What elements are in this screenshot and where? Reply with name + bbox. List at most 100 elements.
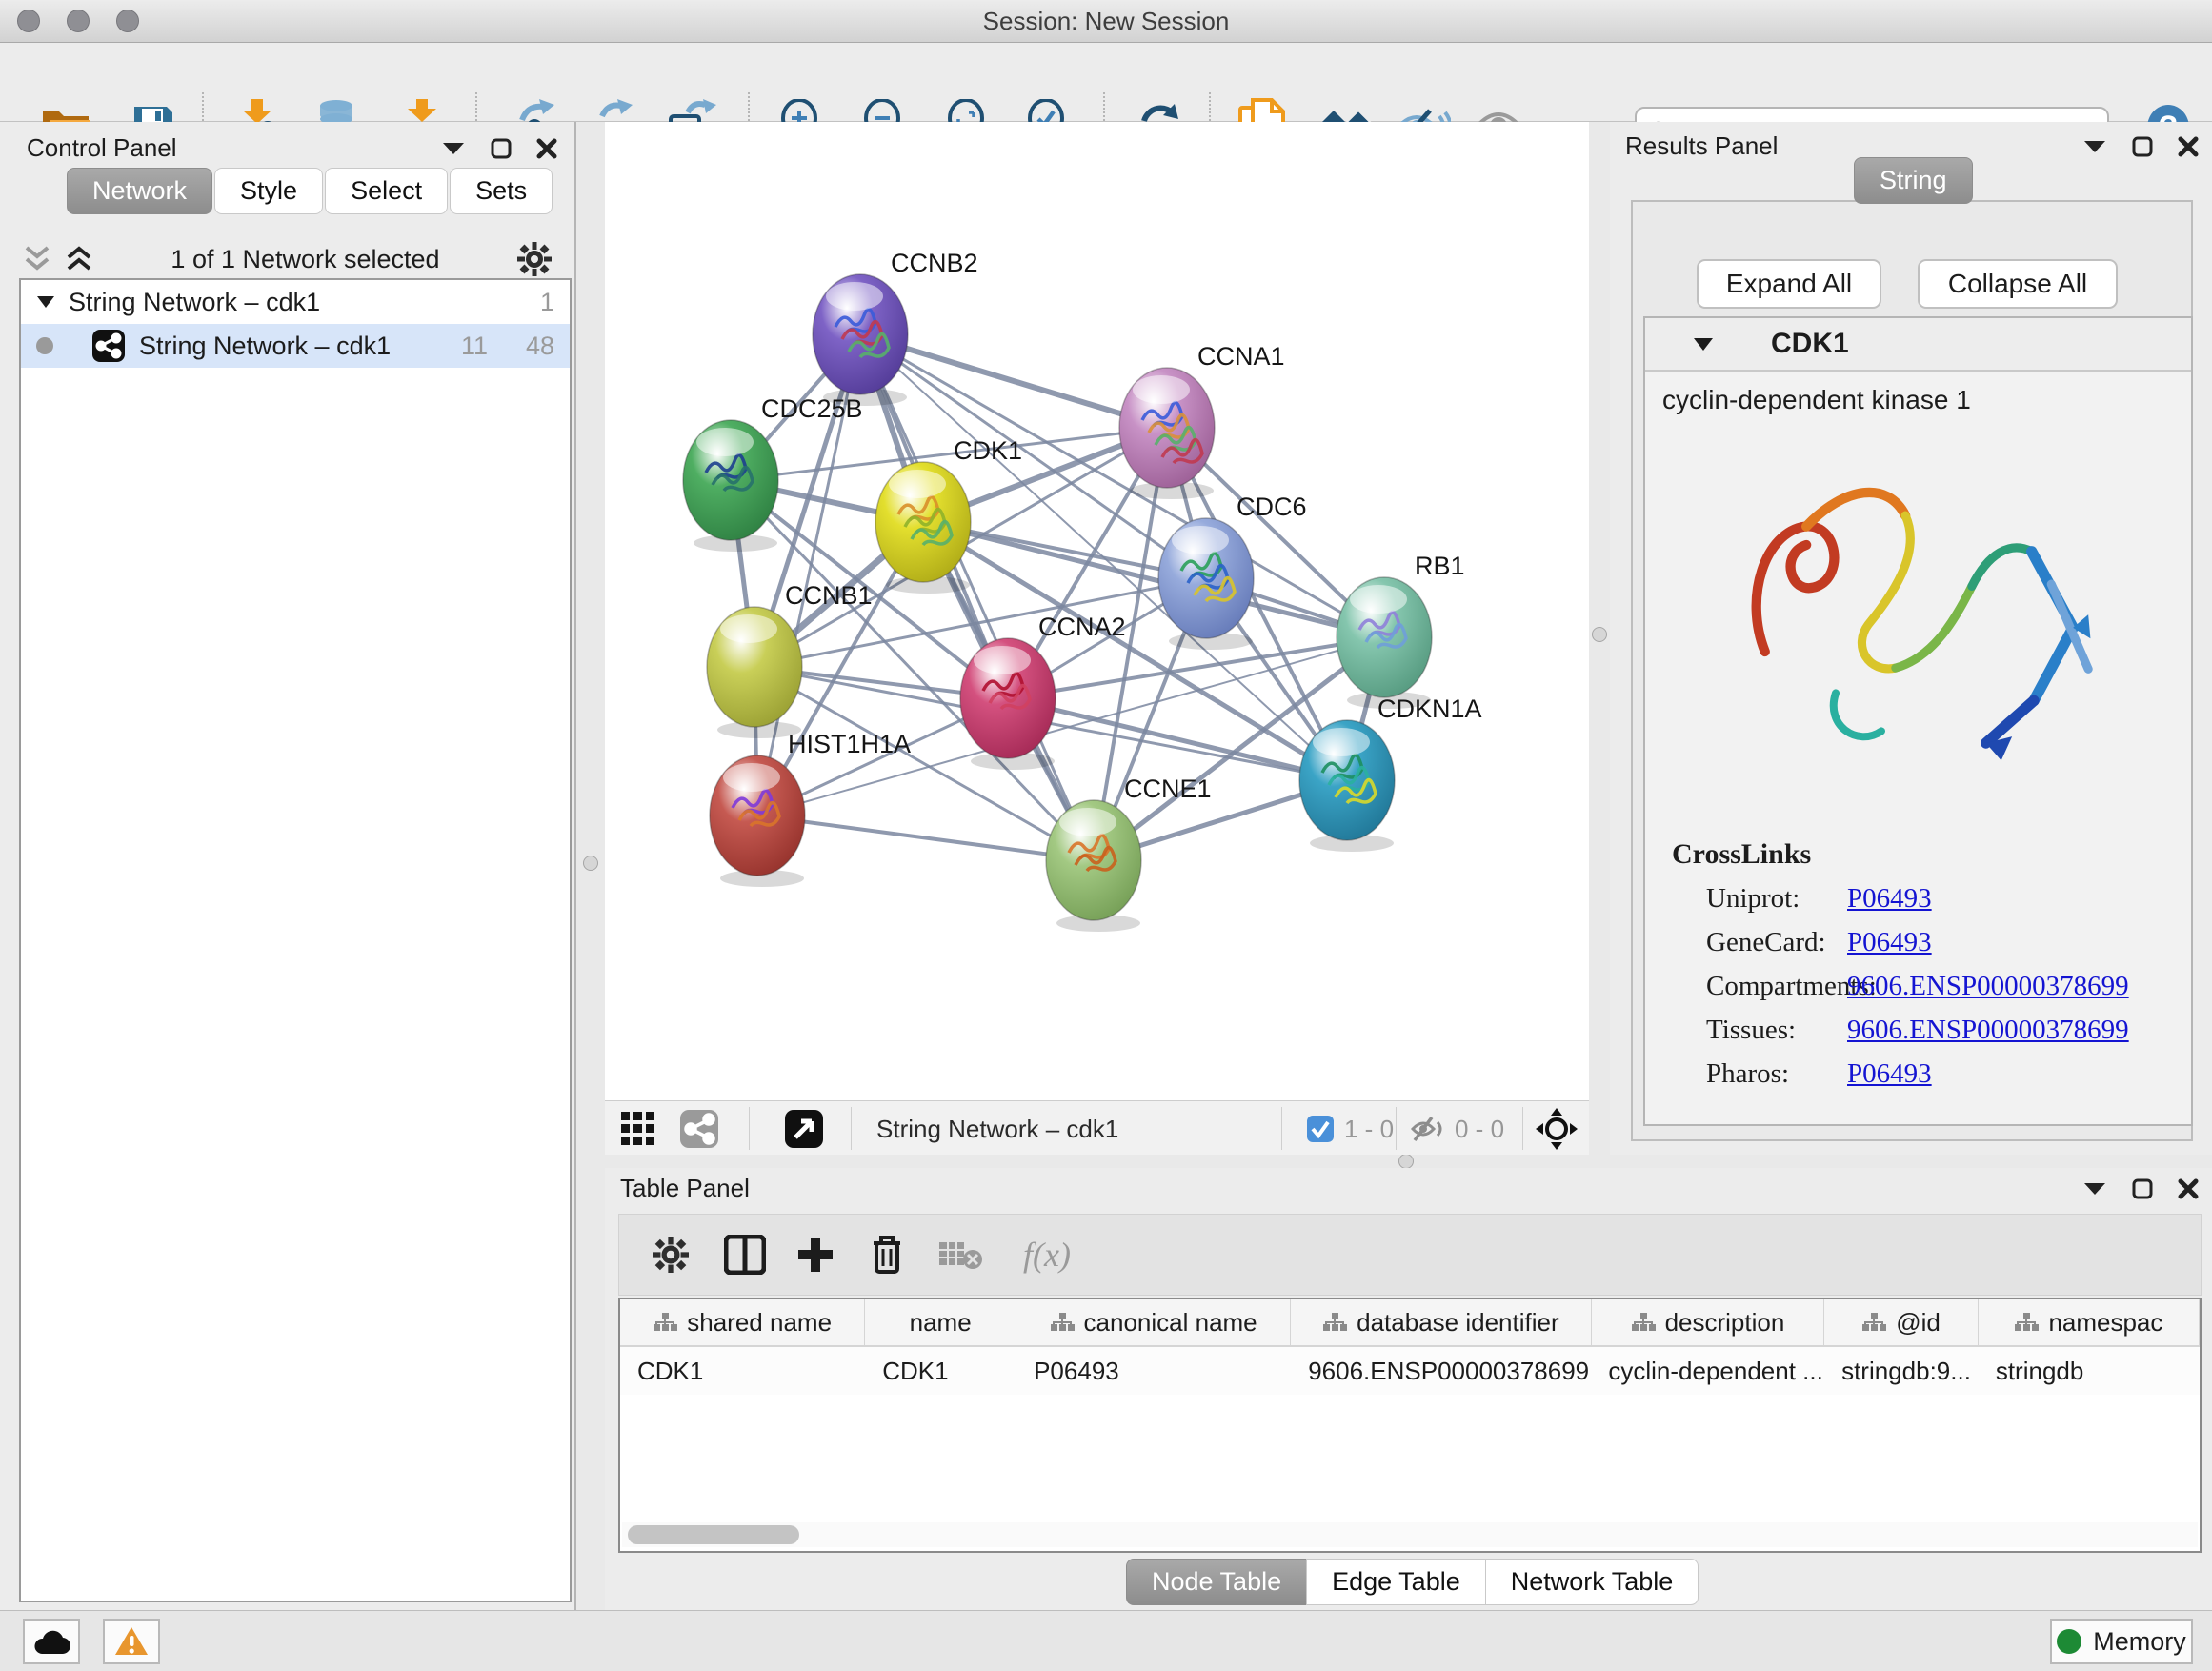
network-node-CDC6[interactable]: CDC6 bbox=[1158, 493, 1307, 650]
network-row[interactable]: String Network – cdk1 11 48 bbox=[21, 324, 570, 368]
table-cell[interactable]: stringdb:9... bbox=[1824, 1347, 1979, 1395]
crosslink-link[interactable]: P06493 bbox=[1847, 883, 1932, 915]
tab-select[interactable]: Select bbox=[325, 168, 448, 214]
network-node-RB1[interactable]: RB1 bbox=[1337, 552, 1465, 709]
tree-expand-icon[interactable] bbox=[36, 295, 55, 309]
fx-label: f(x) bbox=[1023, 1235, 1071, 1275]
scrollbar-thumb[interactable] bbox=[628, 1525, 799, 1544]
column-header-name[interactable]: name bbox=[865, 1299, 1016, 1345]
tab-style[interactable]: Style bbox=[214, 168, 323, 214]
warnings-button[interactable] bbox=[103, 1619, 160, 1664]
delete-table-button[interactable] bbox=[935, 1230, 985, 1279]
panel-close-icon[interactable] bbox=[536, 138, 557, 159]
network-node-HIST1H1A[interactable]: HIST1H1A bbox=[710, 730, 911, 887]
crosslink-link[interactable]: P06493 bbox=[1847, 1058, 1932, 1090]
crosslink-link[interactable]: 9606.ENSP00000378699 bbox=[1847, 1015, 2129, 1046]
table-cell[interactable]: CDK1 bbox=[865, 1347, 1016, 1395]
fit-content-button[interactable] bbox=[1536, 1108, 1578, 1150]
window-zoom-button[interactable] bbox=[116, 10, 139, 32]
network-node-CDC25B[interactable]: CDC25B bbox=[683, 394, 863, 552]
trash-icon bbox=[870, 1234, 904, 1276]
table-delete-icon bbox=[938, 1238, 982, 1271]
collapse-all-button[interactable]: Collapse All bbox=[1918, 259, 2118, 309]
collapse-all-icon[interactable] bbox=[23, 246, 51, 272]
network-node-CCNB2[interactable]: CCNB2 bbox=[813, 249, 978, 406]
column-header-database-identifier[interactable]: database identifier bbox=[1291, 1299, 1591, 1345]
splitter-handle[interactable] bbox=[583, 856, 598, 871]
window-close-button[interactable] bbox=[17, 10, 40, 32]
network-node-CDKN1A[interactable]: CDKN1A bbox=[1299, 695, 1482, 852]
panel-float-icon[interactable] bbox=[491, 138, 512, 159]
export-view-button[interactable] bbox=[784, 1108, 824, 1150]
collapse-section-icon[interactable] bbox=[1693, 337, 1714, 352]
hidden-counts: 0 - 0 bbox=[1411, 1108, 1504, 1150]
table-row[interactable]: CDK1CDK1P064939606.ENSP00000378699cyclin… bbox=[620, 1347, 2200, 1395]
control-panel-title: Control Panel bbox=[27, 133, 177, 163]
network-edge-HIST1H1A-CCNE1[interactable] bbox=[757, 815, 1094, 860]
birdseye-toggle-button[interactable] bbox=[619, 1108, 657, 1150]
tab-network-table[interactable]: Network Table bbox=[1485, 1559, 1699, 1605]
panel-float-icon[interactable] bbox=[2132, 136, 2153, 157]
add-column-button[interactable] bbox=[791, 1230, 840, 1279]
toolbar-separator bbox=[1522, 1107, 1523, 1150]
network-collection-row[interactable]: String Network – cdk1 1 bbox=[21, 280, 570, 324]
main-toolbar: ? bbox=[0, 43, 2212, 122]
column-header--id[interactable]: @id bbox=[1824, 1299, 1979, 1345]
column-type-icon bbox=[2014, 1312, 2039, 1333]
node-label: CDK1 bbox=[954, 436, 1022, 465]
column-label: shared name bbox=[687, 1308, 832, 1338]
panel-menu-icon[interactable] bbox=[2082, 139, 2107, 154]
horizontal-splitter[interactable] bbox=[605, 1155, 2212, 1168]
expand-all-button[interactable]: Expand All bbox=[1697, 259, 1881, 309]
left-splitter[interactable] bbox=[576, 122, 605, 1610]
column-header-description[interactable]: description bbox=[1592, 1299, 1825, 1345]
network-edge-CCNB2-CCNE1[interactable] bbox=[860, 334, 1094, 860]
crosslink-link[interactable]: P06493 bbox=[1847, 927, 1932, 958]
network-overview-button[interactable] bbox=[679, 1108, 719, 1150]
splitter-handle[interactable] bbox=[1592, 627, 1607, 642]
memory-button[interactable]: Memory bbox=[2050, 1619, 2193, 1664]
node-table: shared name namecanonical namedatabase id… bbox=[618, 1298, 2202, 1553]
node-label: HIST1H1A bbox=[788, 730, 911, 758]
show-columns-button[interactable] bbox=[720, 1230, 770, 1279]
tab-network[interactable]: Network bbox=[67, 168, 212, 214]
tab-string[interactable]: String bbox=[1854, 157, 1973, 204]
panel-close-icon[interactable] bbox=[2178, 1178, 2199, 1199]
crosslink-link[interactable]: 9606.ENSP00000378699 bbox=[1847, 971, 2129, 1002]
delete-column-button[interactable] bbox=[862, 1230, 912, 1279]
gear-icon[interactable] bbox=[517, 242, 552, 276]
table-options-button[interactable] bbox=[646, 1230, 695, 1279]
hidden-eye-icon bbox=[1411, 1115, 1445, 1143]
expand-all-icon[interactable] bbox=[65, 246, 93, 272]
table-cell[interactable]: CDK1 bbox=[620, 1347, 865, 1395]
network-node-CCNA1[interactable]: CCNA1 bbox=[1119, 342, 1285, 499]
network-node-CCNE1[interactable]: CCNE1 bbox=[1046, 775, 1212, 932]
cloud-button[interactable] bbox=[23, 1619, 80, 1664]
network-canvas[interactable]: CCNB2CCNA1CDC25BCDK1CDC6RB1CCNB1CCNA2CDK… bbox=[605, 122, 1589, 1100]
table-cell[interactable]: P06493 bbox=[1016, 1347, 1291, 1395]
function-builder-button[interactable]: f(x) bbox=[1004, 1230, 1090, 1279]
column-header-namespac[interactable]: namespac bbox=[1979, 1299, 2200, 1345]
splitter-handle[interactable] bbox=[1398, 1154, 1414, 1169]
panel-menu-icon[interactable] bbox=[441, 141, 466, 156]
panel-float-icon[interactable] bbox=[2132, 1178, 2153, 1199]
protein-card-header[interactable]: CDK1 bbox=[1645, 318, 2191, 372]
network-selection-bar: 1 of 1 Network selected bbox=[0, 238, 574, 280]
protein-structure-image bbox=[1702, 423, 2122, 804]
column-header-shared-name[interactable]: shared name bbox=[620, 1299, 865, 1345]
tab-sets[interactable]: Sets bbox=[450, 168, 553, 214]
toolbar-separator bbox=[1281, 1107, 1282, 1150]
node-label: RB1 bbox=[1415, 552, 1465, 580]
table-cell[interactable]: cyclin-dependent ... bbox=[1591, 1347, 1824, 1395]
panel-close-icon[interactable] bbox=[2178, 136, 2199, 157]
right-splitter[interactable] bbox=[1589, 122, 1610, 1155]
panel-menu-icon[interactable] bbox=[2082, 1181, 2107, 1197]
table-cell[interactable]: stringdb bbox=[1979, 1347, 2200, 1395]
table-cell[interactable]: 9606.ENSP00000378699 bbox=[1291, 1347, 1591, 1395]
tab-node-table[interactable]: Node Table bbox=[1126, 1559, 1306, 1605]
table-h-scrollbar[interactable] bbox=[622, 1522, 2198, 1547]
tab-edge-table[interactable]: Edge Table bbox=[1306, 1559, 1485, 1605]
control-panel-tabs: NetworkStyleSelectSets bbox=[67, 168, 554, 214]
column-header-canonical-name[interactable]: canonical name bbox=[1016, 1299, 1291, 1345]
window-minimize-button[interactable] bbox=[67, 10, 90, 32]
